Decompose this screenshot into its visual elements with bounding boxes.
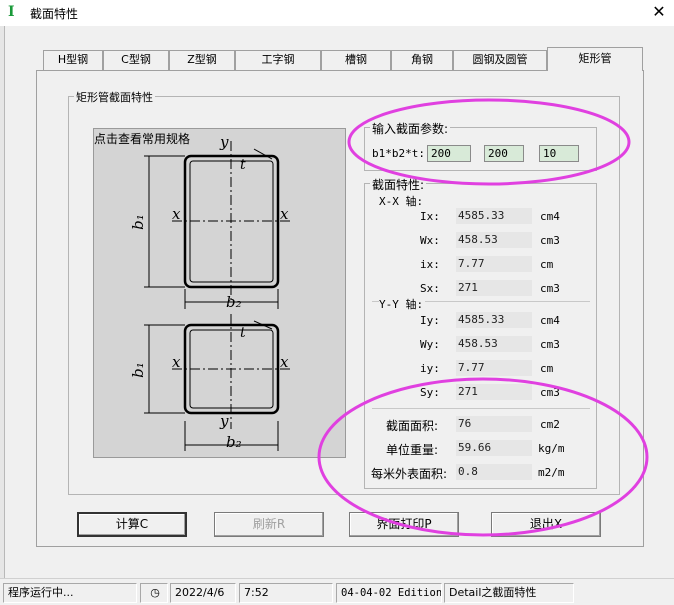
iy-unit: cm4 bbox=[540, 314, 560, 327]
t-input[interactable]: 10 bbox=[539, 145, 579, 162]
clock-icon: ◷ bbox=[140, 583, 168, 603]
input-params-title: 输入截面参数: bbox=[370, 120, 451, 137]
wy-label: Wy: bbox=[420, 338, 440, 351]
b1-input[interactable]: 200 bbox=[427, 145, 471, 162]
unit-weight-value: 59.66 bbox=[456, 440, 532, 456]
sy-value: 271 bbox=[456, 384, 532, 400]
wy-unit: cm3 bbox=[540, 338, 560, 351]
title-bar: I 截面特性 ✕ bbox=[0, 0, 674, 26]
sx-label: Sx: bbox=[420, 282, 440, 295]
b2-label: b₂ bbox=[226, 293, 242, 311]
status-edition: 04-04-02 Edition bbox=[336, 583, 442, 603]
tab-label: H型钢 bbox=[57, 53, 89, 66]
x-axis-label-left: x bbox=[172, 205, 181, 223]
yy-axis-label: Y-Y 轴: bbox=[379, 296, 426, 312]
ry-value: 7.77 bbox=[456, 360, 532, 376]
surface-area-label: 每米外表面积: bbox=[371, 467, 448, 481]
status-date: 2022/4/6 bbox=[170, 583, 236, 603]
app-icon: I bbox=[8, 4, 15, 20]
surface-area-value: 0.8 bbox=[456, 464, 532, 480]
b1-label: b₁ bbox=[128, 214, 147, 230]
status-time: 7:52 bbox=[239, 583, 333, 603]
wx-label: Wx: bbox=[420, 234, 440, 247]
t-label-lower: t bbox=[240, 325, 246, 341]
area-label: 截面面积: bbox=[386, 419, 439, 433]
rx-unit: cm bbox=[540, 258, 554, 271]
divider bbox=[372, 408, 590, 409]
t-label: t bbox=[240, 157, 246, 173]
ry-unit: cm bbox=[540, 362, 554, 375]
ry-label: iy: bbox=[420, 362, 440, 375]
window-title: 截面特性 bbox=[30, 7, 79, 21]
calculate-button[interactable]: 计算C bbox=[77, 512, 187, 537]
wy-value: 458.53 bbox=[456, 336, 532, 352]
tab-label: Z型钢 bbox=[187, 53, 217, 66]
tab-i-beam[interactable]: 工字钢 bbox=[235, 50, 321, 70]
print-button[interactable]: 界面打印P bbox=[349, 512, 459, 537]
background-window-edge bbox=[0, 26, 5, 578]
y-axis-label: y bbox=[220, 133, 229, 151]
close-icon[interactable]: ✕ bbox=[646, 1, 672, 23]
unit-weight-label: 单位重量: bbox=[386, 443, 439, 457]
tab-label: 圆钢及圆管 bbox=[472, 53, 528, 66]
ix-unit: cm4 bbox=[540, 210, 560, 223]
iy-label: Iy: bbox=[420, 314, 440, 327]
status-text: 程序运行中... bbox=[3, 583, 137, 603]
ix-value: 4585.33 bbox=[456, 208, 532, 224]
area-unit: cm2 bbox=[540, 418, 560, 431]
sy-label: Sy: bbox=[420, 386, 440, 399]
tab-round-tube[interactable]: 圆钢及圆管 bbox=[453, 50, 547, 70]
tab-label: 工字钢 bbox=[261, 53, 295, 66]
y-axis-label-lower: y bbox=[220, 412, 229, 430]
rx-value: 7.77 bbox=[456, 256, 532, 272]
tab-label: 槽钢 bbox=[345, 53, 367, 66]
area-value: 76 bbox=[456, 416, 532, 432]
rect-tube-diagram bbox=[144, 141, 292, 451]
ix-label: Ix: bbox=[420, 210, 440, 223]
iy-value: 4585.33 bbox=[456, 312, 532, 328]
param-label: b1*b2*t: bbox=[372, 147, 425, 160]
x-axis-label-left-lower: x bbox=[172, 353, 181, 371]
tab-channel[interactable]: 槽钢 bbox=[321, 50, 391, 70]
properties-title: 截面特性: bbox=[370, 176, 427, 193]
status-context: Detail之截面特性 bbox=[444, 583, 574, 603]
unit-weight-unit: kg/m bbox=[538, 442, 565, 455]
wx-unit: cm3 bbox=[540, 234, 560, 247]
b2-input[interactable]: 200 bbox=[484, 145, 524, 162]
sx-unit: cm3 bbox=[540, 282, 560, 295]
xx-axis-label: X-X 轴: bbox=[379, 195, 424, 208]
tab-label: C型钢 bbox=[121, 53, 151, 66]
b1-label-lower: b₁ bbox=[128, 362, 147, 378]
b2-label-lower: b₂ bbox=[226, 433, 242, 451]
surface-area-unit: m2/m bbox=[538, 466, 565, 479]
tab-c-steel[interactable]: C型钢 bbox=[103, 50, 169, 70]
x-axis-label-right-lower: x bbox=[280, 353, 289, 371]
sy-unit: cm3 bbox=[540, 386, 560, 399]
rx-label: ix: bbox=[420, 258, 440, 271]
status-bar: 程序运行中... ◷ 2022/4/6 7:52 04-04-02 Editio… bbox=[0, 578, 674, 605]
tab-z-steel[interactable]: Z型钢 bbox=[169, 50, 235, 70]
tab-label: 角钢 bbox=[411, 53, 433, 66]
section-drawing[interactable]: 点击查看常用规格 y t x x b₁ b₂ t x x b₁ y b₂ bbox=[93, 128, 346, 458]
wx-value: 458.53 bbox=[456, 232, 532, 248]
x-axis-label-right: x bbox=[280, 205, 289, 223]
tab-angle[interactable]: 角钢 bbox=[391, 50, 453, 70]
exit-button[interactable]: 退出X bbox=[491, 512, 601, 537]
section-group-title: 矩形管截面特性 bbox=[74, 89, 155, 105]
tab-label: 矩形管 bbox=[578, 52, 612, 65]
tab-rect-tube[interactable]: 矩形管 bbox=[547, 47, 643, 71]
sx-value: 271 bbox=[456, 280, 532, 296]
tab-h-steel[interactable]: H型钢 bbox=[43, 50, 103, 70]
refresh-button[interactable]: 刷新R bbox=[214, 512, 324, 537]
